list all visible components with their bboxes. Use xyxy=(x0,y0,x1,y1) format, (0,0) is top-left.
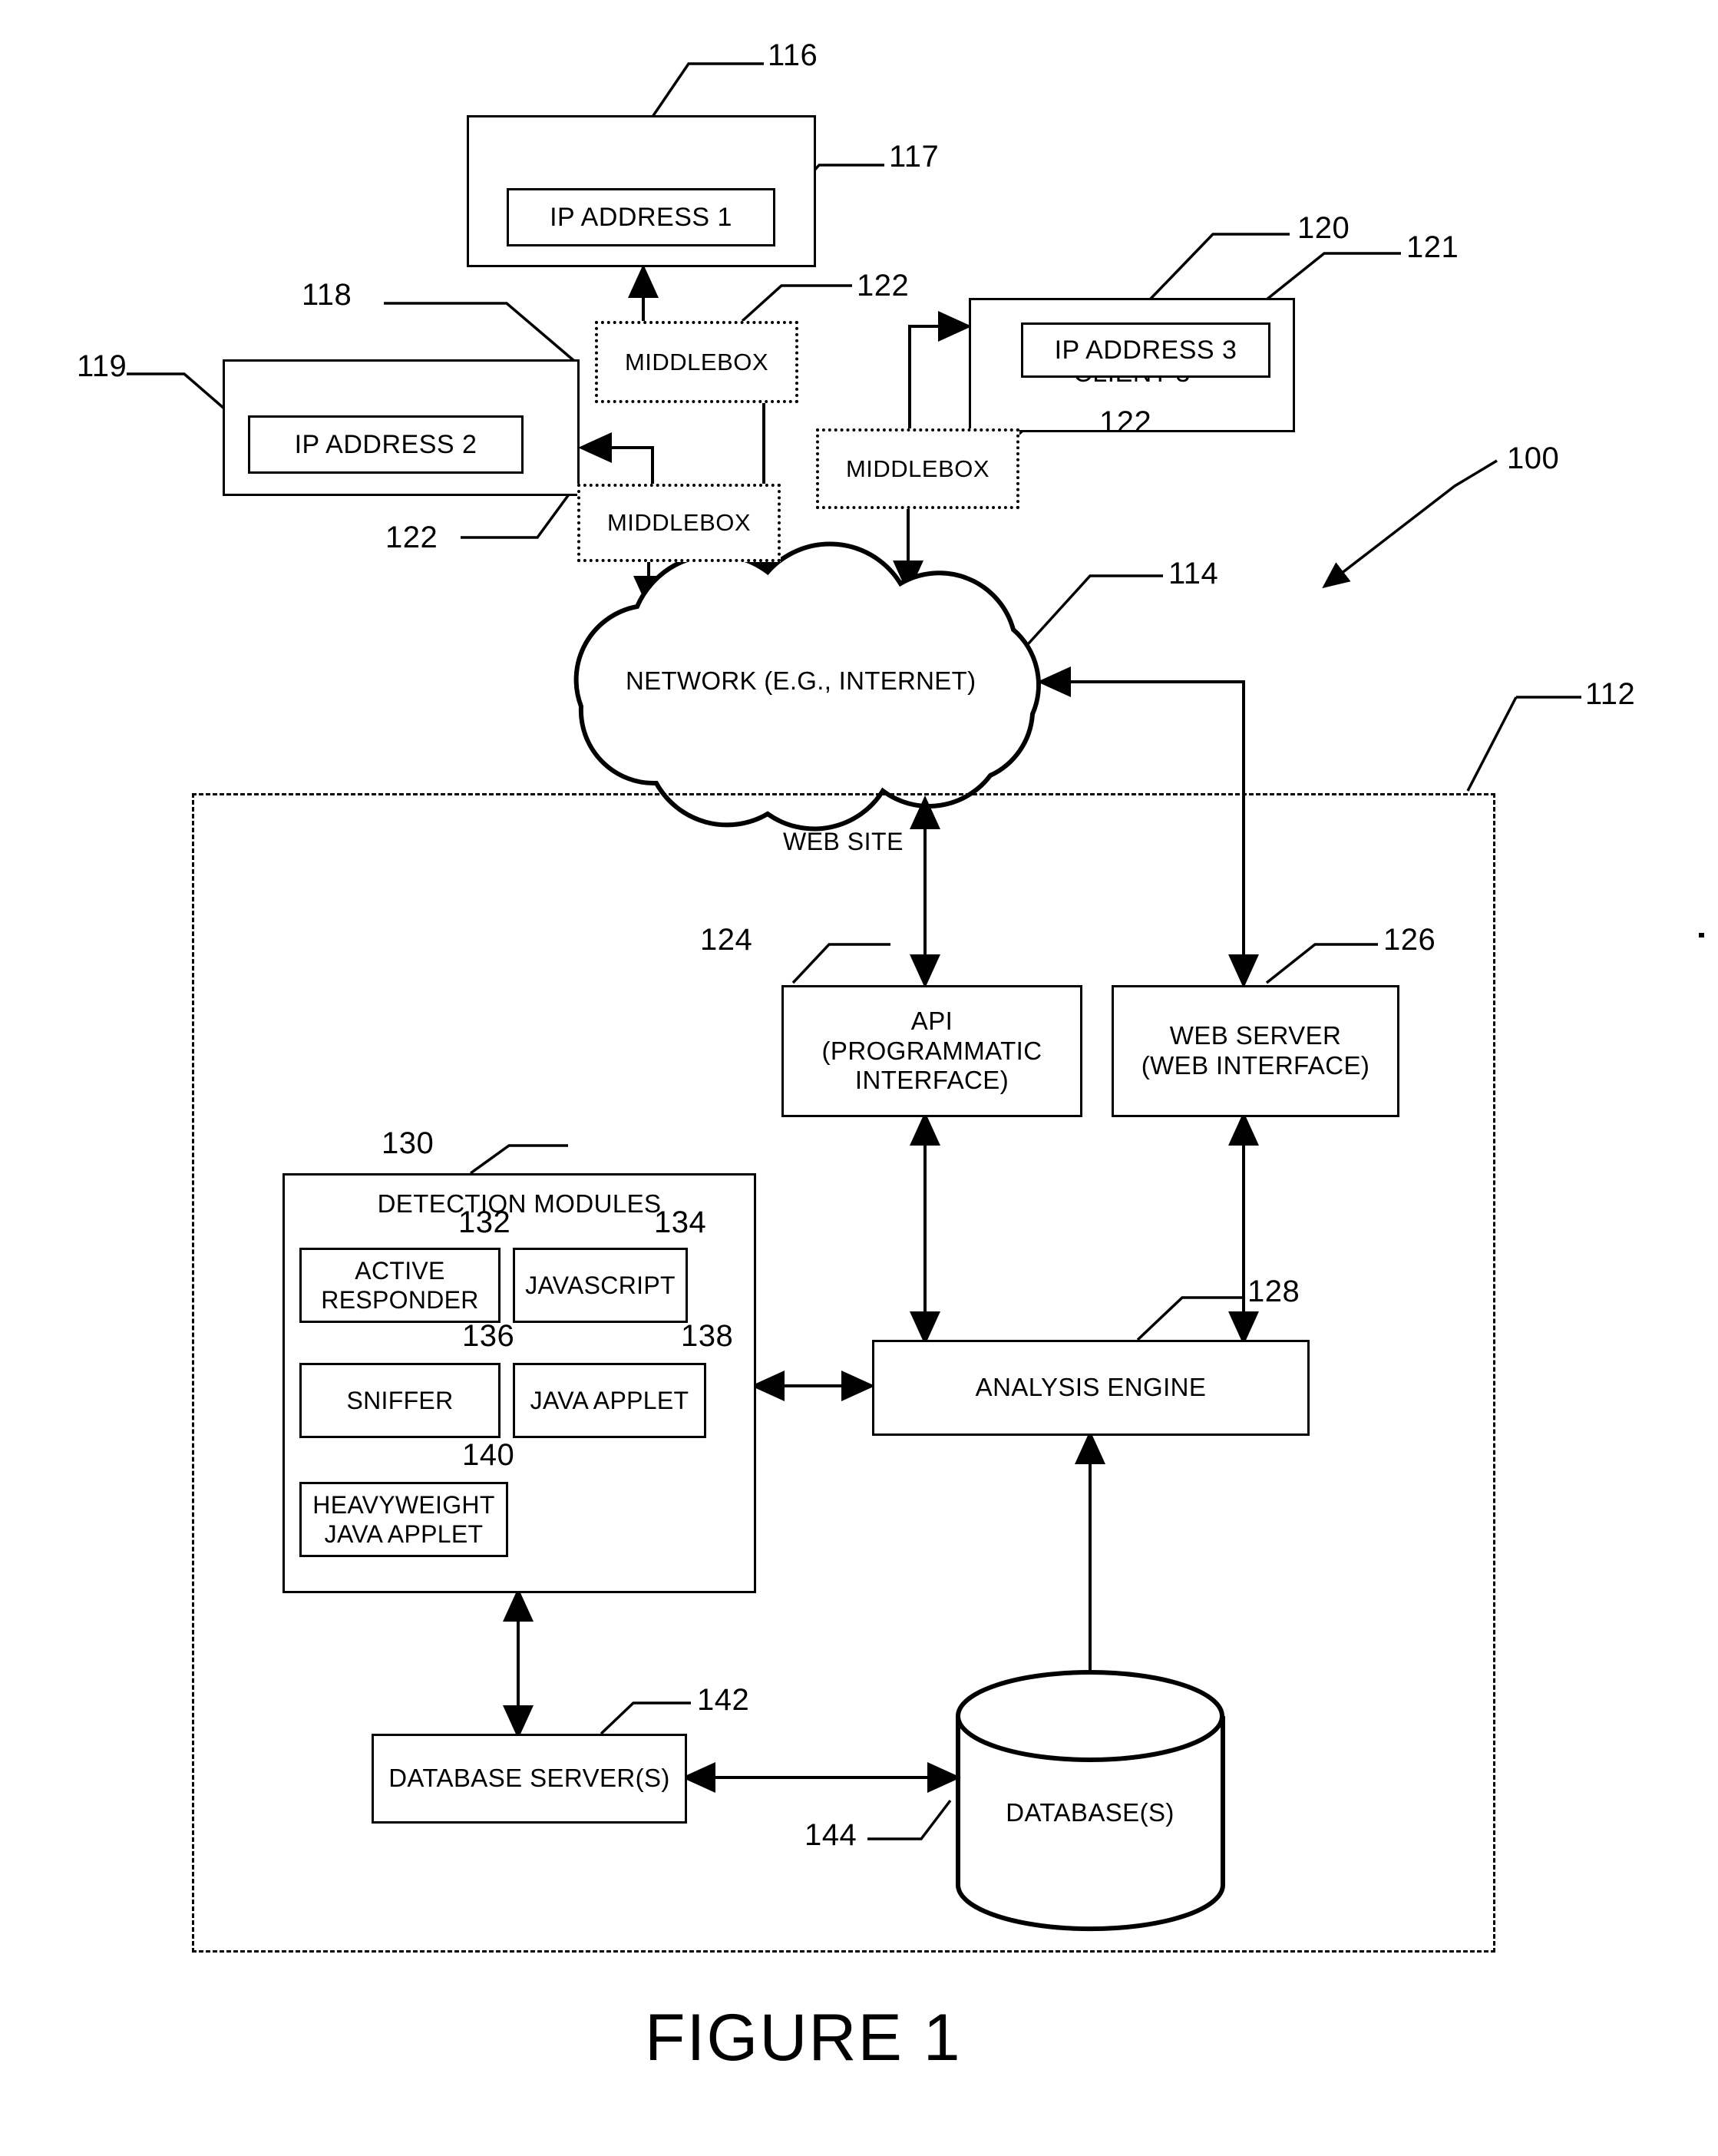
ref-117: 117 xyxy=(889,140,940,174)
ref-138: 138 xyxy=(681,1319,734,1353)
leader-122-a xyxy=(741,284,852,322)
ip-address-3-box[interactable]: IP ADDRESS 3 xyxy=(1021,322,1270,378)
website-label: WEB SITE xyxy=(783,828,904,855)
ref-144: 144 xyxy=(804,1818,857,1852)
module-active-responder-line-1: ACTIVE xyxy=(355,1256,445,1285)
web-server-box[interactable]: WEB SERVER (WEB INTERFACE) xyxy=(1112,985,1399,1117)
module-java-applet[interactable]: JAVA APPLET xyxy=(513,1363,706,1438)
ref-142: 142 xyxy=(697,1683,750,1717)
middlebox-1[interactable]: MIDDLEBOX xyxy=(595,321,798,403)
ref-124: 124 xyxy=(700,923,753,957)
scan-artifact-speck xyxy=(1699,933,1704,937)
module-javascript[interactable]: JAVASCRIPT xyxy=(513,1248,688,1323)
ref-100: 100 xyxy=(1507,441,1560,475)
module-active-responder[interactable]: ACTIVE RESPONDER xyxy=(299,1248,501,1323)
module-active-responder-line-2: RESPONDER xyxy=(321,1286,479,1314)
network-label: NETWORK (E.G., INTERNET) xyxy=(626,666,976,695)
middlebox-3[interactable]: MIDDLEBOX xyxy=(816,428,1019,509)
middlebox-3-label: MIDDLEBOX xyxy=(845,455,990,482)
ref-121: 121 xyxy=(1406,230,1459,264)
ref-118: 118 xyxy=(302,278,352,312)
ip-address-3-label: IP ADDRESS 3 xyxy=(1054,335,1237,365)
ref-119: 119 xyxy=(77,349,127,383)
ref-112: 112 xyxy=(1585,677,1636,711)
middlebox-1-label: MIDDLEBOX xyxy=(624,348,769,375)
ip-address-1-label: IP ADDRESS 1 xyxy=(550,202,732,232)
module-heavyweight-line-1: HEAVYWEIGHT xyxy=(312,1490,495,1519)
api-line-1: API xyxy=(910,1006,953,1035)
leader-114 xyxy=(1012,574,1163,662)
patent-figure-1: CLIENT 1 IP ADDRESS 1 116 117 CLIENT 2 I… xyxy=(0,0,1718,2156)
ref-136: 136 xyxy=(462,1319,515,1353)
web-server-line-2: (WEB INTERFACE) xyxy=(1141,1051,1370,1080)
ip-address-2-label: IP ADDRESS 2 xyxy=(294,429,477,459)
api-line-2: (PROGRAMMATIC xyxy=(821,1036,1042,1065)
analysis-engine-label: ANALYSIS ENGINE xyxy=(975,1373,1207,1402)
api-line-3: INTERFACE) xyxy=(854,1066,1009,1095)
ip-address-1-box[interactable]: IP ADDRESS 1 xyxy=(507,188,775,246)
ref-122-b: 122 xyxy=(385,521,438,554)
ref-134: 134 xyxy=(654,1205,707,1239)
ref-116: 116 xyxy=(768,38,818,72)
module-sniffer-label: SNIFFER xyxy=(346,1386,454,1414)
figure-caption: FIGURE 1 xyxy=(645,2001,962,2075)
database-label: DATABASE(S) xyxy=(1006,1798,1175,1827)
module-java-applet-label: JAVA APPLET xyxy=(530,1386,689,1414)
middlebox-2-label: MIDDLEBOX xyxy=(606,509,752,536)
leader-116 xyxy=(651,62,764,117)
analysis-engine-box[interactable]: ANALYSIS ENGINE xyxy=(872,1340,1310,1436)
api-box[interactable]: API (PROGRAMMATIC INTERFACE) xyxy=(781,985,1082,1117)
ref-128: 128 xyxy=(1247,1275,1300,1308)
ref-114: 114 xyxy=(1168,557,1219,590)
leader-112-diag xyxy=(1466,696,1518,792)
web-server-line-1: WEB SERVER xyxy=(1169,1021,1342,1050)
leader-121 xyxy=(1265,252,1401,301)
ref-126: 126 xyxy=(1383,923,1436,957)
database-server-label: DATABASE SERVER(S) xyxy=(388,1764,670,1793)
leader-120 xyxy=(1148,233,1290,301)
middlebox-2[interactable]: MIDDLEBOX xyxy=(577,484,781,562)
ref-120: 120 xyxy=(1297,211,1350,245)
leader-100 xyxy=(1322,459,1498,589)
ref-130: 130 xyxy=(382,1126,434,1160)
ip-address-2-box[interactable]: IP ADDRESS 2 xyxy=(248,415,524,474)
ref-122-c: 122 xyxy=(1099,405,1152,439)
ref-122-a: 122 xyxy=(857,269,910,303)
leader-118 xyxy=(384,302,576,362)
ref-132: 132 xyxy=(458,1205,511,1239)
module-heavyweight-java-applet[interactable]: HEAVYWEIGHT JAVA APPLET xyxy=(299,1482,508,1557)
module-javascript-label: JAVASCRIPT xyxy=(525,1271,676,1299)
database-server-box[interactable]: DATABASE SERVER(S) xyxy=(372,1734,687,1824)
module-heavyweight-line-2: JAVA APPLET xyxy=(324,1520,484,1548)
module-sniffer[interactable]: SNIFFER xyxy=(299,1363,501,1438)
ref-140: 140 xyxy=(462,1438,515,1472)
